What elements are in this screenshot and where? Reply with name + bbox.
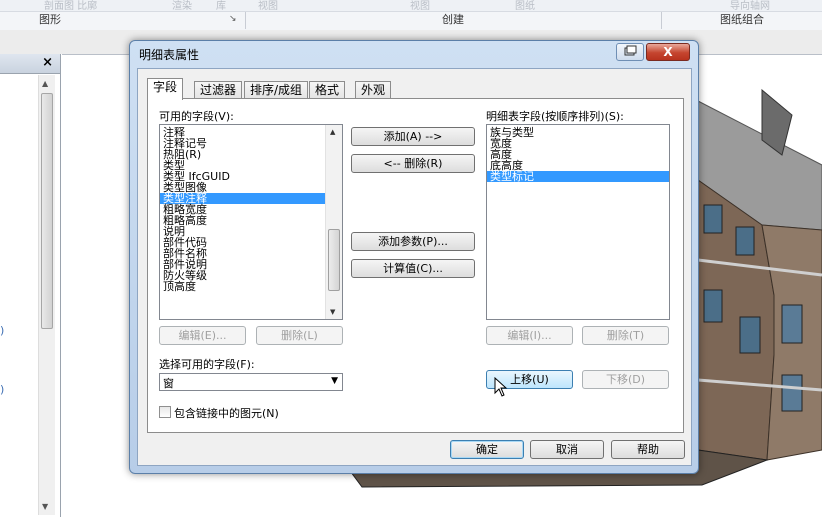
panel-scrollbar[interactable]: ▲ ▼ [38,75,55,515]
scroll-up-icon[interactable]: ▲ [330,128,335,136]
include-linked-label: 包含链接中的图元(N) [174,407,279,420]
help-button[interactable]: 帮助 [611,440,685,459]
list-scrollbar[interactable]: ▲ ≡ ▼ [325,125,342,319]
ribbon-item-sheet[interactable]: 图纸 [515,0,535,12]
add-field-button[interactable]: 添加(A) --> [351,127,475,146]
delete-scheduled-button[interactable]: 删除(T) [582,326,669,345]
tree-node-glyph: ) [0,383,5,396]
ribbon-group-graphics: 图形 [39,13,61,26]
scheduled-fields-label: 明细表字段(按顺序排列)(S): [486,110,624,123]
list-item[interactable]: 顶高度 [160,281,342,292]
project-browser-panel: × ▲ ▼ ) ) [0,54,61,517]
ribbon-item-view-2[interactable]: 视图 [410,0,430,12]
ribbon-item-render[interactable]: 渲染 [172,0,192,12]
dialog-title: 明细表属性 [139,48,200,62]
select-fields-from-label: 选择可用的字段(F): [159,358,255,371]
chevron-down-icon[interactable]: ▼ [331,376,338,386]
fields-tab-page: 可用的字段(V): 注释 注释记号 热阻(R) 类型 类型 IfcGUID 类型图像 类型注… [147,98,684,433]
cancel-button[interactable]: 取消 [530,440,604,459]
available-fields-list[interactable]: 注释 注释记号 热阻(R) 类型 类型 IfcGUID 类型图像 类型注释 粗略宽度 粗略高度说… [159,124,343,320]
panel-header: × [0,54,60,74]
add-parameter-button[interactable]: 添加参数(P)... [351,232,475,251]
scroll-thumb[interactable]: ≡ [328,229,340,291]
calculated-value-button[interactable]: 计算值(C)... [351,259,475,278]
scheduled-fields-list[interactable]: 族与类型 宽度 高度 底高度 类型标记 [486,124,670,320]
group-launcher-icon[interactable]: ↘ [229,14,237,24]
ribbon-group-create: 创建 [442,13,464,26]
tab-formatting[interactable]: 格式 [309,81,346,99]
scroll-down-icon[interactable]: ▼ [42,502,48,511]
remove-field-button[interactable]: <-- 删除(R) [351,154,475,173]
list-item[interactable]: 宽度 [487,138,669,149]
edit-available-button[interactable]: 编辑(E)... [159,326,246,345]
close-icon[interactable]: × [42,55,53,70]
delete-available-button[interactable]: 删除(L) [256,326,343,345]
scroll-up-icon[interactable]: ▲ [42,79,48,88]
ribbon-item-guide-grid[interactable]: 导向轴网 [730,0,770,12]
tree-node-glyph: ) [0,324,5,337]
schedule-properties-dialog: 明细表属性 X 字段 过滤器 排序/成组 格式 外观 可用的字段(V): 注释注… [129,40,699,474]
edit-scheduled-button[interactable]: 编辑(I)... [486,326,573,345]
list-item[interactable]: 族与类型 [487,127,669,138]
close-dialog-button[interactable]: X [646,43,690,61]
ribbon-item-view[interactable]: 视图 [258,0,278,12]
tab-fields[interactable]: 字段 [147,78,184,100]
list-item[interactable]: 粗略高度 [160,215,342,226]
move-down-button[interactable]: 下移(D) [582,370,669,389]
available-fields-label: 可用的字段(V): [159,110,234,123]
tab-filter[interactable]: 过滤器 [194,81,243,99]
tab-sorting-grouping[interactable]: 排序/成组 [244,81,309,99]
ribbon-group-sheet-composition: 图纸组合 [720,13,764,26]
select-fields-from-dropdown[interactable]: 窗 ▼ [159,373,343,391]
list-item[interactable]: 类型标记 [487,171,669,182]
dropdown-value: 窗 [163,377,174,390]
dialog-body: 字段 过滤器 排序/成组 格式 外观 可用的字段(V): 注释 注释记号 热阻(R)… [137,68,692,466]
ribbon-top-row: 剖面图 比廓 渲染 库 视图 视图 图纸 导向轴网 [0,0,822,12]
ribbon: 剖面图 比廓 渲染 库 视图 视图 图纸 导向轴网 图形 ↘ 创建 图纸组合 [0,0,822,31]
scroll-thumb[interactable] [41,93,53,329]
ribbon-item-gallery[interactable]: 库 [216,0,226,12]
include-linked-checkbox[interactable] [159,406,171,418]
list-item[interactable]: 热阻(R) [160,149,342,160]
mouse-cursor-icon [494,377,508,397]
ribbon-item-section[interactable]: 剖面图 比廓 [44,0,97,12]
restore-icon[interactable] [616,43,644,61]
scroll-down-icon[interactable]: ▼ [330,308,335,316]
ok-button[interactable]: 确定 [450,440,524,459]
tab-appearance[interactable]: 外观 [355,81,392,99]
